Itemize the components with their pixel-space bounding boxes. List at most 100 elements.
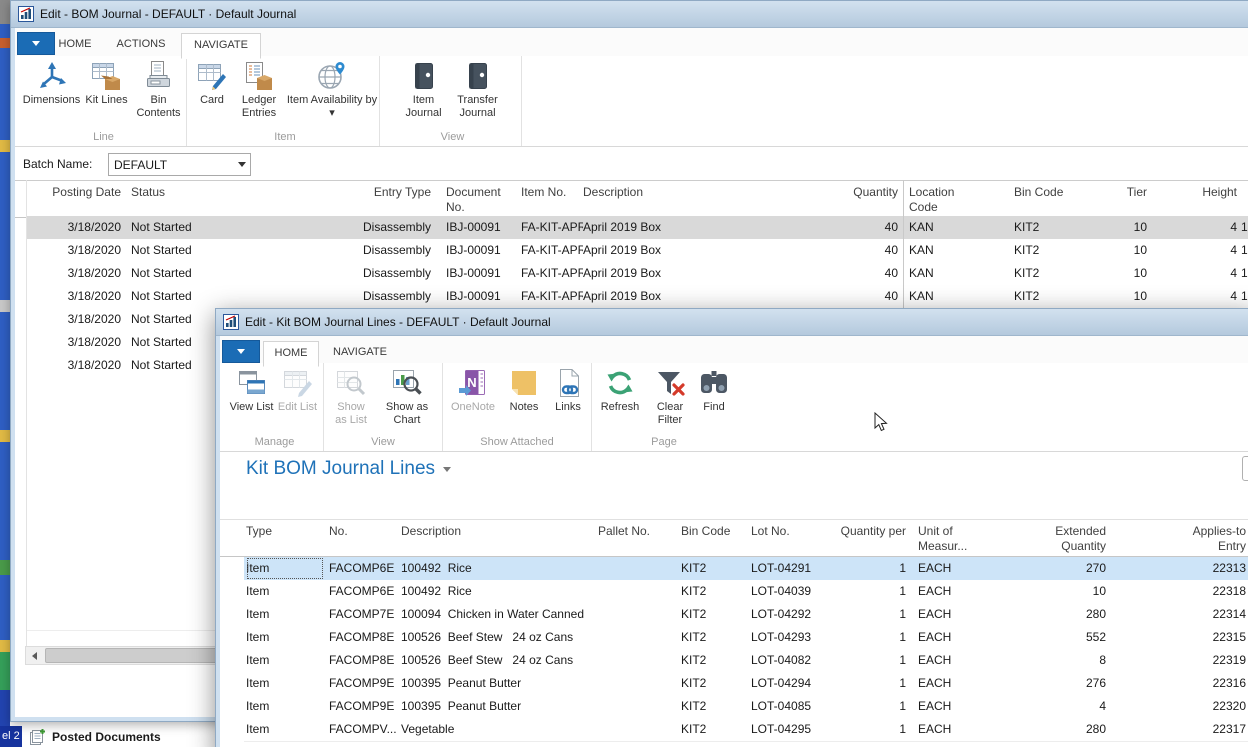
posted-documents-label: Posted Documents — [52, 730, 161, 744]
card-button[interactable]: Card — [192, 60, 232, 121]
col-bin-code[interactable]: Bin Code — [681, 524, 743, 539]
cell-pallet-no — [592, 718, 650, 741]
col-entry-type[interactable]: Entry Type — [291, 185, 431, 200]
col-document-no[interactable]: Document No. — [446, 185, 514, 215]
tab-navigate[interactable]: NAVIGATE — [181, 33, 261, 59]
batch-name-select[interactable]: DEFAULT — [108, 153, 251, 176]
clear-filter-button[interactable]: Clear Filter — [648, 367, 692, 428]
table-row[interactable]: Item FACOMP9E 100395 Peanut Butter KIT2 … — [244, 695, 1248, 719]
links-icon — [552, 367, 584, 399]
show-as-list-button[interactable]: Show as List — [328, 367, 374, 428]
ribbon-group-show-attached-label: Show Attached — [480, 436, 553, 451]
ribbon-group-manage: View List Edit List Manage — [226, 363, 324, 451]
taskbar-fragment: el 2 — [0, 726, 24, 747]
col-height[interactable]: Height — [1151, 185, 1237, 200]
cell-posting-date: 3/18/2020 — [41, 331, 121, 354]
show-as-chart-icon — [391, 367, 423, 399]
cell-status: Not Started — [131, 285, 271, 308]
find-button[interactable]: Find — [694, 367, 734, 428]
col-bin-code[interactable]: Bin Code — [1014, 185, 1099, 200]
cell-type: Item — [246, 695, 324, 718]
cell-location-code: KAN — [909, 262, 1004, 285]
transfer-journal-button[interactable]: Transfer Journal — [450, 60, 506, 121]
cell-unit-of-measure: EACH — [918, 718, 982, 741]
cell-tier: 10 — [1099, 216, 1147, 239]
table-row[interactable]: 3/18/2020 Not Started Disassembly IBJ-00… — [26, 262, 1248, 286]
cell-unit-of-measure: EACH — [918, 603, 982, 626]
col-no[interactable]: No. — [329, 524, 395, 539]
cell-bin-code: KIT2 — [681, 603, 743, 626]
dimensions-icon — [36, 60, 68, 92]
triangle-left-icon — [32, 652, 37, 660]
col-lot-no[interactable]: Lot No. — [751, 524, 823, 539]
cell-extended-quantity: 10 — [1030, 580, 1106, 603]
col-posting-date[interactable]: Posting Date — [41, 185, 121, 200]
col-pallet-no[interactable]: Pallet No. — [592, 524, 650, 539]
table-row[interactable]: Item FACOMP7E 100094 Chicken in Water Ca… — [244, 603, 1248, 627]
item-journal-button[interactable]: Item Journal — [400, 60, 448, 121]
cell-quantity-per: 1 — [830, 557, 906, 580]
show-as-chart-button[interactable]: Show as Chart — [376, 367, 438, 428]
table-row[interactable]: 3/18/2020 Not Started Disassembly IBJ-00… — [26, 239, 1248, 263]
cell-lot-no: LOT-04085 — [751, 695, 827, 718]
tab-home[interactable]: HOME — [49, 33, 101, 56]
col-type[interactable]: Type — [246, 524, 321, 539]
page-title[interactable]: Kit BOM Journal Lines — [246, 458, 451, 480]
col-description[interactable]: Description — [401, 524, 586, 539]
table-row[interactable]: 3/18/2020 Not Started Disassembly IBJ-00… — [26, 285, 1248, 309]
item-availability-by-button[interactable]: Item Availability by ▾ — [286, 60, 378, 121]
kit-bom-journal-lines-window: Edit - Kit BOM Journal Lines - DEFAULT ·… — [215, 308, 1248, 747]
posted-documents-item[interactable]: Posted Documents — [28, 728, 161, 746]
notes-icon — [508, 367, 540, 399]
table-row[interactable]: Item FACOMP9E 100395 Peanut Butter KIT2 … — [244, 672, 1248, 696]
search-box-partial[interactable] — [1242, 456, 1248, 481]
col-location-code[interactable]: Location Code — [909, 185, 969, 215]
col-item-no[interactable]: Item No. — [521, 185, 581, 200]
bin-contents-button[interactable]: Bin Contents — [131, 60, 187, 121]
bom-journal-titlebar[interactable]: Edit - BOM Journal - DEFAULT · Default J… — [11, 1, 1248, 28]
col-quantity-per[interactable]: Quantity per — [830, 524, 906, 539]
cell-lot-no: LOT-04293 — [751, 626, 827, 649]
col-tier[interactable]: Tier — [1099, 185, 1147, 200]
dimensions-label: Dimensions — [21, 94, 83, 121]
col-extended-quantity[interactable]: Extended Quantity — [1030, 524, 1106, 554]
col-unit-of-measure[interactable]: Unit of Measur... — [918, 524, 976, 554]
notes-button[interactable]: Notes — [503, 367, 545, 428]
edit-list-button[interactable]: Edit List — [276, 367, 320, 428]
cell-description: Vegetable — [401, 718, 591, 741]
ribbon-group-item: Card Ledger Entries — [191, 56, 380, 146]
cell-posting-date: 3/18/2020 — [41, 216, 121, 239]
table-row[interactable]: Item FACOMP6E 100492 Rice KIT2 LOT-04039… — [244, 580, 1248, 604]
onenote-button[interactable]: N OneNote — [445, 367, 501, 428]
onenote-icon: N — [457, 367, 489, 399]
ledger-entries-button[interactable]: Ledger Entries — [234, 60, 284, 121]
kit-lines-button[interactable]: Kit Lines — [85, 60, 129, 121]
refresh-button[interactable]: Refresh — [594, 367, 646, 428]
tab-actions[interactable]: ACTIONS — [109, 33, 173, 56]
table-row[interactable]: Item FACOMP8E 100526 Beef Stew 24 oz Can… — [244, 626, 1248, 650]
col-applies-to-entry[interactable]: Applies-to Entry — [1170, 524, 1246, 554]
ledger-entries-icon — [243, 60, 275, 92]
tab-home[interactable]: HOME — [263, 341, 319, 367]
links-button[interactable]: Links — [547, 367, 589, 428]
col-description[interactable]: Description — [583, 185, 763, 200]
cell-quantity-per: 1 — [830, 672, 906, 695]
ribbon-group-item-label: Item — [274, 131, 295, 146]
col-status[interactable]: Status — [131, 185, 271, 200]
col-quantity[interactable]: Quantity — [771, 185, 898, 200]
table-row[interactable]: 3/18/2020 Not Started Disassembly IBJ-00… — [26, 216, 1248, 240]
table-row[interactable]: Item FACOMP6E 100492 Rice KIT2 LOT-04291… — [244, 557, 1248, 581]
kit-bom-titlebar[interactable]: Edit - Kit BOM Journal Lines - DEFAULT ·… — [216, 309, 1248, 336]
table-row[interactable]: Item FACOMPV... Vegetable KIT2 LOT-04295… — [244, 718, 1248, 742]
application-menu-button[interactable] — [222, 340, 260, 363]
view-list-button[interactable]: View List — [230, 367, 274, 428]
refresh-label: Refresh — [594, 401, 646, 428]
tab-navigate[interactable]: NAVIGATE — [323, 341, 397, 364]
scroll-left-arrow[interactable] — [26, 648, 42, 663]
dimensions-button[interactable]: Dimensions — [21, 60, 83, 121]
table-row[interactable]: Item FACOMP8E 100526 Beef Stew 24 oz Can… — [244, 649, 1248, 673]
kit-bom-title: Edit - Kit BOM Journal Lines - DEFAULT ·… — [245, 315, 551, 329]
dropdown-arrow-icon[interactable] — [233, 154, 250, 175]
kit-ribbon: View List Edit List Manage — [220, 363, 1248, 452]
cell-no: FACOMPV... — [329, 718, 399, 741]
